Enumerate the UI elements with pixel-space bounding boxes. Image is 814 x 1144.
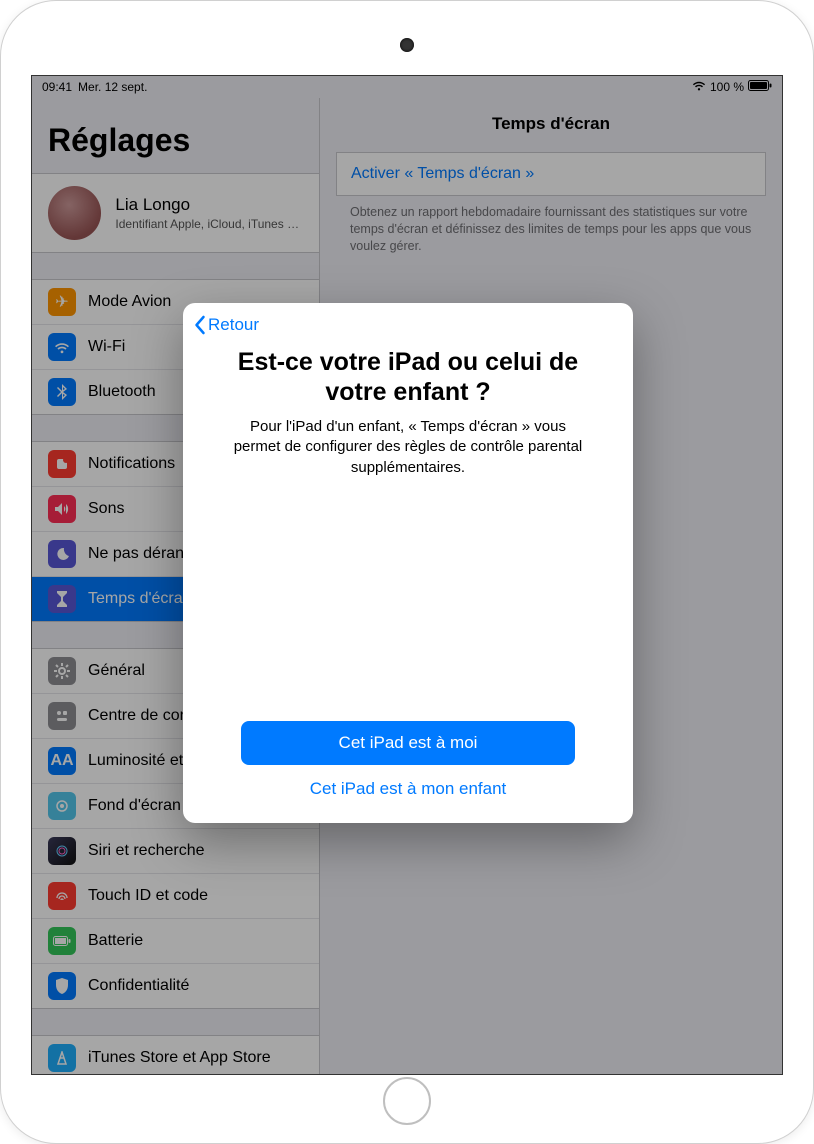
ipad-device-frame: 09:41 Mer. 12 sept. 100 % Réglages (0, 0, 814, 1144)
screen: 09:41 Mer. 12 sept. 100 % Réglages (31, 75, 783, 1075)
back-label: Retour (208, 315, 259, 335)
front-camera (400, 38, 414, 52)
this-ipad-mine-button[interactable]: Cet iPad est à moi (241, 721, 575, 765)
chevron-left-icon (193, 315, 206, 335)
sheet-heading: Est-ce votre iPad ou celui de votre enfa… (183, 341, 633, 417)
screentime-owner-sheet: Retour Est-ce votre iPad ou celui de vot… (183, 303, 633, 823)
this-ipad-child-button[interactable]: Cet iPad est à mon enfant (183, 775, 633, 807)
back-button[interactable]: Retour (183, 315, 633, 341)
home-button[interactable] (383, 1077, 431, 1125)
sheet-subtext: Pour l'iPad d'un enfant, « Temps d'écran… (183, 417, 633, 478)
